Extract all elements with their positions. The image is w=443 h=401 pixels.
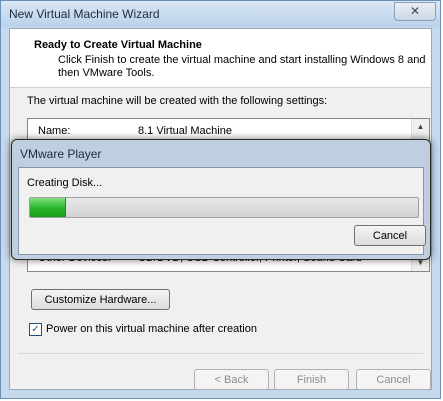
progress-dialog: VMware Player Creating Disk... Cancel [11, 139, 431, 260]
close-icon: ✕ [409, 4, 421, 18]
progress-cancel-button[interactable]: Cancel [354, 225, 426, 246]
scroll-up-icon[interactable]: ▲ [412, 119, 429, 135]
wizard-title: New Virtual Machine Wizard [9, 7, 160, 21]
back-button[interactable]: < Back [194, 369, 269, 390]
setting-value: 8.1 Virtual Machine [138, 125, 232, 137]
footer-separator [18, 353, 423, 354]
checkmark-icon: ✓ [31, 324, 40, 335]
settings-intro: The virtual machine will be created with… [27, 95, 328, 107]
customize-hardware-button[interactable]: Customize Hardware... [31, 289, 170, 310]
finish-button[interactable]: Finish [274, 369, 349, 390]
page-description: Click Finish to create the virtual machi… [58, 54, 426, 79]
power-on-label: Power on this virtual machine after crea… [46, 323, 257, 335]
progress-dialog-body: Creating Disk... Cancel [18, 167, 426, 255]
progress-dialog-title: VMware Player [20, 147, 102, 161]
close-button[interactable]: ✕ [394, 2, 436, 21]
progress-bar [29, 197, 419, 218]
cancel-button[interactable]: Cancel [356, 369, 431, 390]
power-on-checkbox[interactable]: ✓ [29, 323, 42, 336]
progress-bar-fill [30, 198, 66, 217]
wizard-titlebar[interactable]: New Virtual Machine Wizard ✕ [1, 1, 440, 27]
page-title: Ready to Create Virtual Machine [34, 39, 202, 51]
progress-status: Creating Disk... [27, 177, 103, 189]
wizard-header: Ready to Create Virtual Machine Click Fi… [10, 29, 431, 88]
setting-key: Name: [38, 125, 71, 137]
